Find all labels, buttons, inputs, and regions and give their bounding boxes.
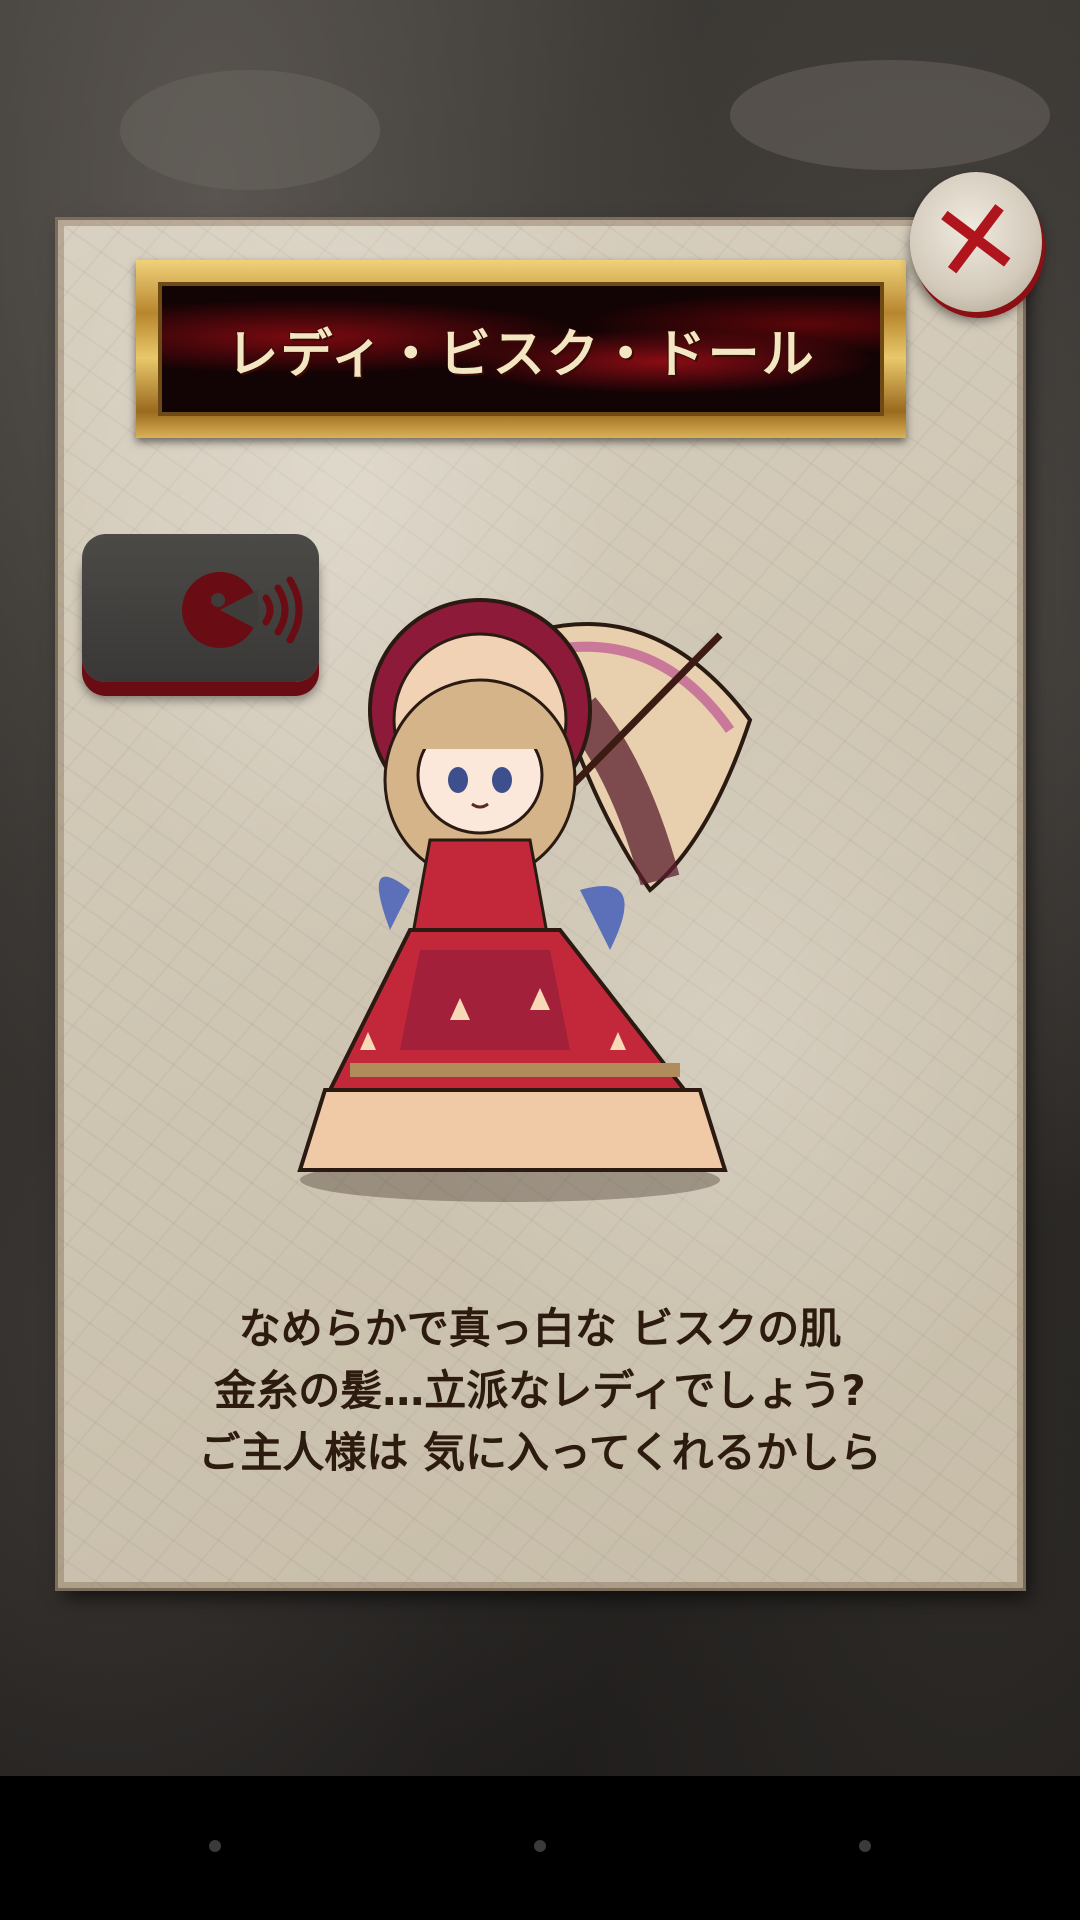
title-panel: レディ・ビスク・ドール (158, 282, 884, 416)
title-frame: レディ・ビスク・ドール (136, 260, 906, 438)
nav-recents-dot[interactable] (859, 1840, 871, 1852)
description-line: 金糸の髪…立派なレディでしょう? (214, 1366, 866, 1415)
background-stain (730, 60, 1050, 170)
nav-home-dot[interactable] (534, 1840, 546, 1852)
card-description: なめらかで真っ白な ビスクの肌 金糸の髪…立派なレディでしょう? ご主人様は 気… (130, 1298, 950, 1484)
close-x-icon: ✕ (922, 173, 1030, 310)
description-line: ご主人様は 気に入ってくれるかしら (198, 1428, 882, 1477)
close-button[interactable]: ✕ (910, 172, 1042, 312)
lady-bisque-doll-illustration (297, 598, 753, 1202)
card-title: レディ・ビスク・ドール (226, 324, 816, 385)
nav-back-dot[interactable] (209, 1840, 221, 1852)
description-line: なめらかで真っ白な ビスクの肌 (238, 1304, 842, 1353)
background-stain (120, 70, 380, 190)
